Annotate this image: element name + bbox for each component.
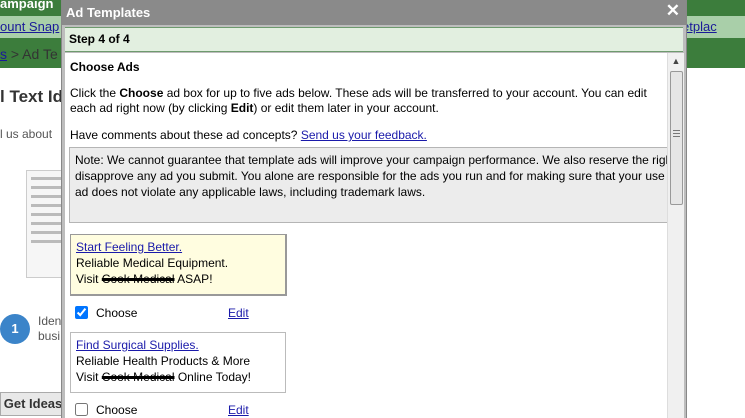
section-title: Choose Ads	[70, 60, 140, 74]
choose-row-1: Choose	[75, 305, 137, 320]
grip-icon	[673, 130, 680, 139]
feedback-link[interactable]: Send us your feedback.	[301, 128, 427, 142]
choose-label: Choose	[96, 402, 138, 417]
ad-description-line1: Reliable Medical Equipment.	[76, 256, 229, 270]
edit-link-2[interactable]: Edit	[228, 403, 249, 417]
dialog-title: Ad Templates	[66, 5, 151, 20]
choose-checkbox-2[interactable]	[75, 403, 88, 417]
marketplace-link[interactable]: etplac	[682, 19, 717, 34]
edit-link-1[interactable]: Edit	[228, 306, 249, 320]
ad-preview-1: Start Feeling Better. Reliable Medical E…	[70, 234, 287, 296]
instructions: Click the Choose ad box for up to five a…	[70, 86, 647, 115]
close-icon[interactable]: ✕	[666, 1, 680, 21]
ad-description-line1: Reliable Health Products & More	[76, 354, 251, 368]
dialog-titlebar: Ad Templates ✕	[62, 0, 686, 25]
scroll-up-arrow-icon[interactable]: ▲	[668, 53, 684, 69]
campaign-title: ampaign	[0, 0, 54, 11]
breadcrumb-current: > Ad Te	[10, 46, 58, 62]
step-label: Step 4 of 4	[69, 32, 130, 46]
step-description: Iden busi	[38, 314, 62, 343]
ad-templates-dialog: Ad Templates ✕ Step 4 of 4 Choose Ads Cl…	[61, 0, 687, 418]
ad-preview-2: Find Surgical Supplies. Reliable Health …	[70, 332, 286, 393]
ad-headline-link[interactable]: Find Surgical Supplies.	[76, 337, 280, 353]
breadcrumb-link[interactable]: s	[0, 46, 7, 62]
page-heading: l Text Id	[0, 87, 63, 106]
disclaimer-text: Note: We cannot guarantee that template …	[75, 153, 667, 199]
breadcrumb: s > Ad Te	[0, 46, 58, 62]
redacted-name: Cook Medical	[101, 370, 175, 384]
ad-headline-link[interactable]: Start Feeling Better.	[76, 239, 280, 255]
get-ideas-button[interactable]: Get Ideas	[0, 392, 66, 416]
account-snapshot-link[interactable]: ount Snap	[0, 19, 59, 34]
vertical-scrollbar[interactable]: ▲	[667, 53, 684, 418]
ad-description-line2: Visit Cook Medical ASAP!	[76, 272, 213, 286]
choose-row-2: Choose	[75, 402, 137, 417]
intro-text: l us about	[0, 127, 53, 141]
redacted-name: Cook Medical	[101, 272, 175, 286]
choose-label: Choose	[96, 305, 138, 320]
step-number-badge: 1	[0, 314, 30, 344]
scrollbar-thumb[interactable]	[670, 71, 683, 205]
comments-prompt: Have comments about these ad concepts? S…	[70, 128, 427, 142]
dialog-body: Choose Ads Click the Choose ad box for u…	[65, 53, 667, 418]
step-indicator: Step 4 of 4	[65, 27, 683, 52]
choose-checkbox-1[interactable]	[75, 306, 88, 320]
ad-description-line2: Visit Cook Medical Online Today!	[76, 370, 251, 384]
